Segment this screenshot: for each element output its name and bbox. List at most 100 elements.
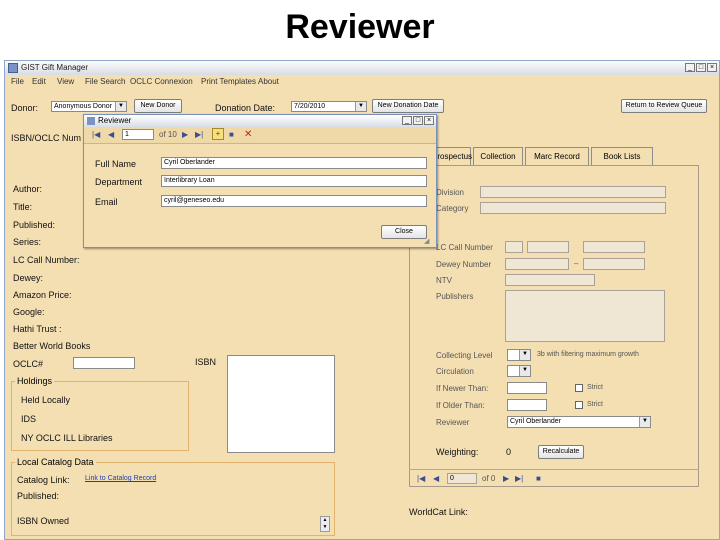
dialog-minimize-icon[interactable]: _ xyxy=(402,116,412,125)
donor-label: Donor: xyxy=(11,103,39,113)
dialog-maximize-icon[interactable]: □ xyxy=(413,116,423,125)
donation-date-label: Donation Date: xyxy=(215,103,276,113)
dewey-from-field[interactable] xyxy=(505,258,569,270)
donor-combo[interactable]: Anonymous Donor ▼ xyxy=(51,101,127,112)
if-older-label: If Older Than: xyxy=(436,401,485,410)
lc-call-part1[interactable] xyxy=(505,241,523,253)
dewey-to-field[interactable] xyxy=(583,258,645,270)
recalculate-button[interactable]: Recalculate xyxy=(538,445,584,459)
dialog-move-next-icon[interactable]: ▶ xyxy=(182,130,188,139)
category-field[interactable] xyxy=(480,202,666,214)
collecting-level-combo[interactable]: ▼ xyxy=(507,349,531,361)
dialog-nav-count: of 10 xyxy=(159,130,177,139)
move-previous-icon[interactable]: ◀ xyxy=(433,474,439,483)
prospectus-navigator: |◀ ◀ 0 of 0 ▶ ▶| ■ xyxy=(409,469,699,488)
new-donor-button[interactable]: New Donor xyxy=(134,99,182,113)
menu-view[interactable]: View xyxy=(57,77,74,86)
local-catalog-title: Local Catalog Data xyxy=(15,457,96,467)
catalog-link[interactable]: Link to Catalog Record xyxy=(85,475,156,482)
dialog-title: Reviewer xyxy=(98,116,132,125)
reviewer-combo[interactable]: Cyril Oberlander ▼ xyxy=(507,416,651,428)
isbn-oclc-label: ISBN/OCLC Num xyxy=(11,133,82,143)
nav-position-input[interactable]: 0 xyxy=(447,473,477,484)
dialog-move-last-icon[interactable]: ▶| xyxy=(195,130,203,139)
donation-date-value: 7/20/2010 xyxy=(294,103,326,110)
add-new-icon[interactable]: + xyxy=(212,128,224,140)
email-input[interactable]: cyril@geneseo.edu xyxy=(161,195,427,207)
donor-value: Anonymous Donor xyxy=(54,103,112,110)
circulation-combo[interactable]: ▼ xyxy=(507,365,531,377)
publishers-field[interactable] xyxy=(505,290,665,342)
lc-call-number-prospectus-label: LC Call Number xyxy=(436,243,493,252)
if-older-input[interactable] xyxy=(507,399,547,411)
email-label: Email xyxy=(95,197,118,207)
slide-title: Reviewer xyxy=(285,8,435,46)
return-review-queue-button[interactable]: Return to Review Queue xyxy=(621,99,707,113)
division-field[interactable] xyxy=(480,186,666,198)
lc-call-number-label: LC Call Number: xyxy=(13,255,80,265)
new-donation-date-button[interactable]: New Donation Date xyxy=(372,99,444,113)
dewey-range-dash: – xyxy=(574,259,579,268)
menu-print-templates[interactable]: Print Templates xyxy=(201,77,256,86)
save-icon[interactable]: ■ xyxy=(536,474,541,483)
move-next-icon[interactable]: ▶ xyxy=(503,474,509,483)
oclc-label: OCLC# xyxy=(13,359,44,369)
close-icon[interactable]: × xyxy=(707,63,717,72)
isbn-owned-label: ISBN Owned xyxy=(17,516,70,526)
hathi-trust-label: Hathi Trust : xyxy=(13,324,62,334)
ids-label: IDS xyxy=(21,414,37,424)
catalog-link-label: Catalog Link: xyxy=(17,475,70,485)
window-titlebar: GIST Gift Manager _ □ × xyxy=(5,61,719,75)
chevron-down-icon: ▼ xyxy=(519,350,530,360)
move-first-icon[interactable]: |◀ xyxy=(417,474,425,483)
ntv-label: NTV xyxy=(436,276,452,285)
menu-edit[interactable]: Edit xyxy=(32,77,46,86)
tab-collection[interactable]: Collection xyxy=(473,147,523,165)
published-label: Published: xyxy=(13,220,56,230)
lc-call-part3[interactable] xyxy=(583,241,645,253)
isbn-owned-scroll-icon[interactable]: ▲ ▼ xyxy=(320,516,330,532)
newer-strict-checkbox[interactable] xyxy=(575,384,583,392)
move-last-icon[interactable]: ▶| xyxy=(515,474,523,483)
author-label: Author: xyxy=(13,184,43,194)
dialog-nav-position-input[interactable]: 1 xyxy=(122,129,154,140)
ntv-field[interactable] xyxy=(505,274,595,286)
tab-book-lists[interactable]: Book Lists xyxy=(591,147,653,165)
collecting-level-label: Collecting Level xyxy=(436,351,493,360)
dialog-save-icon[interactable]: ■ xyxy=(229,130,234,139)
dewey-number-label: Dewey Number xyxy=(436,260,492,269)
oclc-input[interactable] xyxy=(73,357,135,369)
older-strict-label: Strict xyxy=(587,401,603,408)
full-name-label: Full Name xyxy=(95,159,137,169)
tab-marc-record[interactable]: Marc Record xyxy=(525,147,589,165)
dialog-move-previous-icon[interactable]: ◀ xyxy=(108,130,114,139)
menu-oclc-connexion[interactable]: OCLC Connexion xyxy=(130,77,193,86)
resize-grip-icon[interactable]: ◢ xyxy=(424,237,429,245)
menu-file[interactable]: File xyxy=(11,77,24,86)
full-name-input[interactable]: Cyril Oberlander xyxy=(161,157,427,169)
title-label: Title: xyxy=(13,202,33,212)
dialog-titlebar: Reviewer _ □ × xyxy=(84,115,436,127)
older-strict-checkbox[interactable] xyxy=(575,401,583,409)
tab-prospectus[interactable]: Prospectus xyxy=(431,147,472,165)
window-title: GIST Gift Manager xyxy=(21,63,88,72)
delete-icon[interactable]: ✕ xyxy=(244,129,252,140)
menu-about[interactable]: About xyxy=(258,77,279,86)
lc-call-part2[interactable] xyxy=(527,241,569,253)
menu-file-search[interactable]: File Search xyxy=(85,77,125,86)
department-label: Department xyxy=(95,177,143,187)
dialog-move-first-icon[interactable]: |◀ xyxy=(92,130,100,139)
department-input[interactable]: Interlibrary Loan xyxy=(161,175,427,187)
chevron-down-icon: ▼ xyxy=(355,102,366,111)
reviewer-value: Cyril Oberlander xyxy=(510,418,561,425)
dialog-close-icon[interactable]: × xyxy=(424,116,434,125)
minimize-icon[interactable]: _ xyxy=(685,63,695,72)
maximize-icon[interactable]: □ xyxy=(696,63,706,72)
donation-date-combo[interactable]: 7/20/2010 ▼ xyxy=(291,101,367,112)
dialog-navigator: |◀ ◀ 1 of 10 ▶ ▶| + ■ ✕ xyxy=(84,127,436,144)
newer-strict-label: Strict xyxy=(587,384,603,391)
held-locally-label: Held Locally xyxy=(21,395,71,405)
if-newer-input[interactable] xyxy=(507,382,547,394)
isbn-list[interactable] xyxy=(227,355,335,453)
dialog-close-button[interactable]: Close xyxy=(381,225,427,239)
